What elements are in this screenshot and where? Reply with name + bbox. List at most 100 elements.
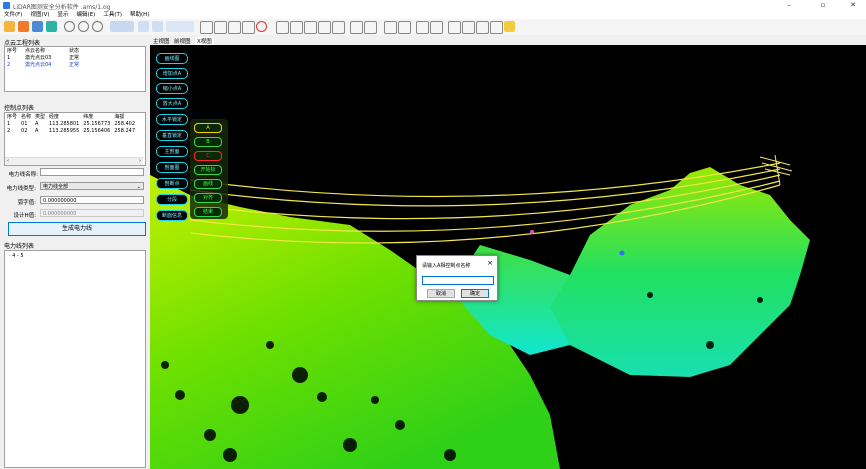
node-icon[interactable] bbox=[304, 21, 317, 34]
marker-b-button[interactable]: B bbox=[194, 137, 222, 147]
table-row[interactable]: 1 01 A 113.285801 25.156773 258.402 bbox=[5, 120, 137, 127]
scroll-left-icon[interactable]: ‹ bbox=[7, 158, 9, 164]
tower-icon[interactable] bbox=[332, 21, 345, 34]
generate-powerline-button[interactable]: 生成电力线 bbox=[8, 222, 146, 236]
menu-view[interactable]: 视图(V) bbox=[26, 11, 53, 19]
design-value-input[interactable]: 0.000000000 bbox=[40, 209, 144, 217]
section-tool-icon[interactable] bbox=[152, 21, 163, 32]
col-header[interactable]: 名称 bbox=[19, 113, 33, 120]
powerline-type-value: 电力线全部 bbox=[43, 184, 69, 190]
col-header[interactable]: 经度 bbox=[47, 113, 81, 120]
app-icon bbox=[3, 2, 10, 9]
start-mark-button[interactable]: 开始标 bbox=[194, 165, 222, 175]
profile-tool-icon[interactable] bbox=[166, 21, 194, 32]
col-header[interactable]: 海拔 bbox=[112, 113, 137, 120]
minimize-button[interactable]: – bbox=[778, 0, 800, 11]
menu-display[interactable]: 显示 bbox=[54, 11, 73, 19]
ruler-icon[interactable] bbox=[448, 21, 461, 34]
filter-icon[interactable] bbox=[228, 21, 241, 34]
delete-icon[interactable] bbox=[256, 21, 267, 32]
layers-icon[interactable] bbox=[430, 21, 443, 34]
hide-icon[interactable] bbox=[398, 21, 411, 34]
fit-view-icon[interactable] bbox=[92, 21, 103, 32]
section-point-button[interactable]: 剖断点 bbox=[156, 178, 188, 189]
table-row[interactable]: 2 02 A 113.285955 25.156406 258.247 bbox=[5, 127, 137, 134]
ok-button[interactable]: 确定 bbox=[461, 289, 489, 298]
menu-help[interactable]: 帮助(H) bbox=[126, 11, 153, 19]
arc-icon[interactable] bbox=[490, 21, 503, 34]
import-icon[interactable] bbox=[18, 21, 29, 32]
horizontal-scrollbar[interactable]: ‹ › bbox=[5, 157, 143, 165]
classify-icon[interactable] bbox=[242, 21, 255, 34]
sag-value-label: 弧字值: bbox=[17, 200, 36, 206]
section-info-button[interactable]: 断面信息 bbox=[156, 210, 188, 221]
zoom-in-icon[interactable] bbox=[64, 21, 75, 32]
pen-icon[interactable] bbox=[350, 21, 363, 34]
brush-icon[interactable] bbox=[364, 21, 377, 34]
table-row[interactable]: 1 激光点云03 正常 bbox=[5, 54, 81, 62]
export-icon[interactable] bbox=[46, 21, 57, 32]
tab-x-view[interactable]: X视图 bbox=[195, 37, 214, 45]
add-point-icon[interactable] bbox=[290, 21, 303, 34]
shrink-point-a-button[interactable]: 缩小点A bbox=[156, 83, 188, 94]
scroll-right-icon[interactable]: › bbox=[139, 158, 141, 164]
col-header[interactable]: 序号 bbox=[5, 47, 23, 54]
sag-value-input[interactable]: 0.000000000 bbox=[40, 196, 144, 204]
split-view-icon[interactable] bbox=[416, 21, 429, 34]
tree-expand-icon[interactable]: · bbox=[9, 253, 11, 259]
eye-icon[interactable] bbox=[384, 21, 397, 34]
open-folder-icon[interactable] bbox=[4, 21, 15, 32]
chevron-down-icon: ⌄ bbox=[136, 184, 141, 190]
angle-icon[interactable] bbox=[462, 21, 475, 34]
link-icon[interactable] bbox=[318, 21, 331, 34]
menu-tools[interactable]: 工具(T) bbox=[99, 11, 126, 19]
zoom-out-icon[interactable] bbox=[78, 21, 89, 32]
add-point-a-button[interactable]: 增加点A bbox=[156, 68, 188, 79]
col-header[interactable]: 点云名称 bbox=[23, 47, 67, 54]
tree-item[interactable]: · 4 - 5 bbox=[9, 253, 24, 259]
control-point-name-input[interactable] bbox=[422, 276, 494, 285]
grid-icon[interactable] bbox=[276, 21, 289, 34]
col-header[interactable]: 状态 bbox=[67, 47, 81, 54]
cancel-button[interactable]: 取消 bbox=[427, 289, 455, 298]
select-icon[interactable] bbox=[200, 21, 213, 34]
close-icon[interactable]: × bbox=[487, 260, 493, 267]
crop-icon[interactable] bbox=[214, 21, 227, 34]
report-icon[interactable] bbox=[504, 21, 515, 32]
tab-front-view[interactable]: 前视图 bbox=[174, 37, 191, 45]
view-tabs: 主视图 前视图 X视图 bbox=[150, 35, 866, 45]
powerline-tree: · 4 - 5 bbox=[4, 250, 146, 468]
left-panel: 点云工程列表 序号 点云名称 状态 1 激光点云03 正常 2 激光点云04 正常 控制点列… bbox=[0, 35, 150, 469]
horizontal-lock-button[interactable]: 水平锁定 bbox=[156, 114, 188, 125]
menu-bar: 文件(F) 视图(V) 显示 编辑(E) 工具(T) 帮助(H) bbox=[0, 11, 866, 19]
vertical-lock-button[interactable]: 垂直锁定 bbox=[156, 130, 188, 141]
control-point-list-title: 控制点列表 bbox=[4, 105, 35, 112]
end-mark-button[interactable]: 结束 bbox=[194, 207, 222, 217]
close-window-button[interactable]: ✕ bbox=[842, 0, 864, 11]
marker-c-button[interactable]: C bbox=[194, 151, 222, 161]
marker-a-button[interactable]: A bbox=[194, 123, 222, 133]
point-cloud-viewport[interactable]: 画线图 增加点A 缩小点A 放大点A 水平锁定 垂直锁定 主剖面 剖面图 剖断点… bbox=[150, 45, 866, 469]
col-header[interactable]: 类型 bbox=[33, 113, 47, 120]
toolbar bbox=[0, 19, 866, 36]
line-icon[interactable] bbox=[476, 21, 489, 34]
draw-line-button[interactable]: 画线图 bbox=[156, 53, 188, 64]
powerline-type-select[interactable]: 电力线全部 ⌄ bbox=[40, 182, 144, 190]
segment-button[interactable]: 分段 bbox=[156, 194, 188, 205]
enlarge-point-a-button[interactable]: 放大点A bbox=[156, 98, 188, 109]
main-section-button[interactable]: 主剖面 bbox=[156, 146, 188, 157]
powerline-name-input[interactable] bbox=[40, 168, 144, 176]
table-row[interactable]: 2 激光点云04 正常 bbox=[5, 61, 81, 69]
section-view-button[interactable]: 剖面图 bbox=[156, 162, 188, 173]
draw-mark-button[interactable]: 画线 bbox=[194, 179, 222, 189]
col-header[interactable]: 纬度 bbox=[81, 113, 112, 120]
col-header[interactable]: 序号 bbox=[5, 113, 19, 120]
menu-edit[interactable]: 编辑(E) bbox=[73, 11, 100, 19]
maximize-button[interactable]: ▫ bbox=[812, 0, 834, 11]
pointer-tool-icon[interactable] bbox=[110, 21, 134, 32]
align-button[interactable]: 对齐 bbox=[194, 193, 222, 203]
save-icon[interactable] bbox=[32, 21, 43, 32]
menu-file[interactable]: 文件(F) bbox=[0, 11, 26, 19]
tab-main-view[interactable]: 主视图 bbox=[153, 37, 170, 45]
measure-tool-icon[interactable] bbox=[138, 21, 149, 32]
